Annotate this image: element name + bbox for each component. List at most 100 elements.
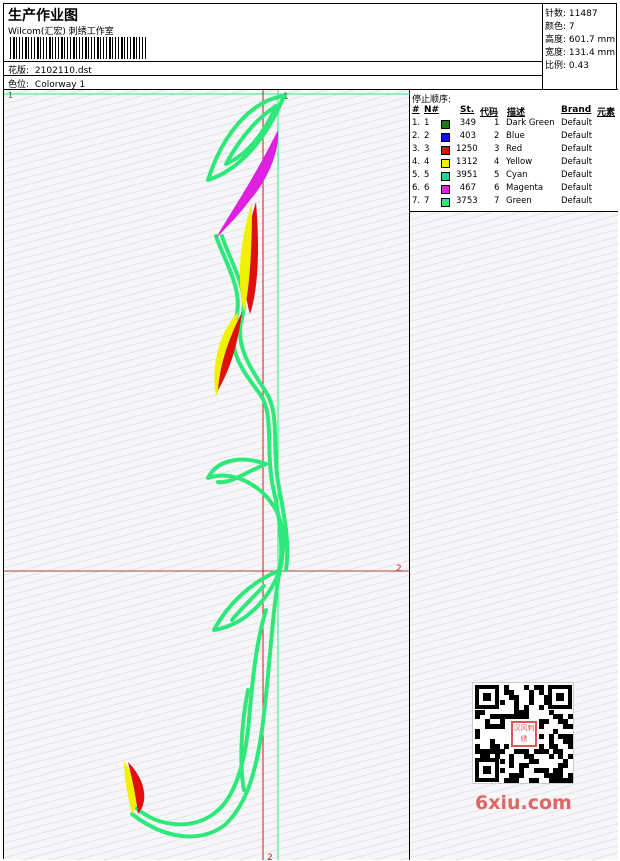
row-num: 5. <box>412 170 421 180</box>
qr-module <box>524 763 529 769</box>
row-code: 2 <box>494 131 500 141</box>
col-element: 元素 <box>597 108 616 118</box>
qr-module <box>533 778 539 784</box>
guide-marker-2-bottom: 2 <box>267 853 273 860</box>
row-num: 4. <box>412 157 421 167</box>
qr-module <box>524 714 529 720</box>
qr-module <box>499 724 505 730</box>
row-brand: Default <box>561 170 593 180</box>
qr-module <box>543 719 549 725</box>
stat-value: 131.4 mm <box>568 48 616 58</box>
qr-module <box>568 753 574 759</box>
stat-label: 宽度: <box>545 48 567 58</box>
stat-height: 高度: 601.7 mm <box>545 32 615 45</box>
row-n: 2 <box>424 131 430 141</box>
row-brand: Default <box>561 118 593 128</box>
vine-stem-lower <box>130 568 282 839</box>
qr-module <box>538 704 544 710</box>
row-stitches: 349 <box>459 118 476 128</box>
row-brand: Default <box>561 196 593 206</box>
production-worksheet: 生产作业图 Wilcom(汇宏) 刺绣工作室 花版: 2102110.dst 色… <box>3 3 618 860</box>
stop-row: 6. 6 467 6 Magenta Default <box>410 183 618 196</box>
qr-module <box>499 699 505 705</box>
stat-label: 比例: <box>545 61 567 71</box>
qr-module <box>568 743 574 749</box>
qr-module <box>568 714 574 720</box>
row-code: 1 <box>494 118 500 128</box>
divider <box>4 75 542 76</box>
row-n: 4 <box>424 157 430 167</box>
qr-module <box>568 724 574 730</box>
qr-finder <box>475 758 499 782</box>
qr-module <box>475 734 480 739</box>
row-description: Red <box>506 144 523 154</box>
stop-sequence-title: 停止顺序: <box>412 95 452 105</box>
colorway: 色位: Colorway 1 <box>8 77 85 90</box>
row-num: 2. <box>412 131 421 141</box>
colorway-label: 色位: <box>8 80 30 90</box>
stop-row: 2. 2 403 2 Blue Default <box>410 131 618 144</box>
col-description: 描述 <box>507 108 526 118</box>
row-code: 3 <box>494 144 500 154</box>
row-stitches: 403 <box>459 131 476 141</box>
qr-badge: 汉风刺绣 <box>511 721 537 747</box>
embroidery-preview: 1 1 2 2 <box>4 90 410 860</box>
guide-marker-1-left: 1 <box>8 91 13 100</box>
row-stitches: 1250 <box>456 144 478 154</box>
color-swatch <box>441 198 450 207</box>
color-swatch <box>441 146 450 155</box>
row-brand: Default <box>561 157 593 167</box>
watermark-site: 6xiu.com <box>475 792 572 814</box>
qr-module <box>528 699 534 705</box>
row-n: 3 <box>424 144 430 154</box>
stat-label: 针数: <box>545 9 567 19</box>
qr-module <box>499 768 505 774</box>
row-num: 3. <box>412 144 421 154</box>
qr-finder <box>475 685 499 709</box>
stats-box: 针数: 11487 颜色: 7 高度: 601.7 mm 宽度: 131.4 m… <box>542 4 618 90</box>
stat-value: 0.43 <box>568 61 589 71</box>
stat-label: 高度: <box>545 35 567 45</box>
row-code: 7 <box>494 196 500 206</box>
stop-row: 3. 3 1250 3 Red Default <box>410 144 618 157</box>
stat-label: 颜色: <box>545 22 567 32</box>
qr-module <box>475 714 480 720</box>
stop-row: 7. 7 3753 7 Green Default <box>410 196 618 209</box>
qr-finder-center <box>483 766 491 774</box>
color-swatch <box>441 159 450 168</box>
row-code: 4 <box>494 157 500 167</box>
row-num: 6. <box>412 183 421 193</box>
row-description: Cyan <box>506 170 528 180</box>
guide-marker-2: 2 <box>396 564 402 574</box>
row-brand: Default <box>561 183 593 193</box>
row-description: Blue <box>506 131 525 141</box>
qr-module <box>504 743 510 749</box>
qr-finder-center <box>483 693 491 701</box>
col-num: # <box>412 105 420 115</box>
qr-module <box>538 734 544 739</box>
qr-module <box>538 724 544 730</box>
row-stitches: 467 <box>459 183 476 193</box>
page-title: 生产作业图 <box>8 8 78 24</box>
row-description: Yellow <box>506 157 533 167</box>
header: 生产作业图 Wilcom(汇宏) 刺绣工作室 花版: 2102110.dst 色… <box>4 4 618 90</box>
qr-module <box>548 753 554 759</box>
qr-module <box>499 758 505 764</box>
qr-finder-center <box>556 693 564 701</box>
stat-colors: 颜色: 7 <box>545 19 575 32</box>
qr-code: 汉风刺绣 <box>472 682 574 784</box>
color-swatch <box>441 185 450 194</box>
row-n: 6 <box>424 183 430 193</box>
company-name: Wilcom(汇宏) 刺绣工作室 <box>8 27 114 37</box>
qr-module <box>509 763 515 769</box>
color-swatch <box>441 120 450 129</box>
row-num: 7. <box>412 196 421 206</box>
stat-width: 宽度: 131.4 mm <box>545 45 615 58</box>
row-num: 1. <box>412 118 421 128</box>
leaf-lower <box>212 568 282 632</box>
embroidery-design: 1 1 2 2 <box>4 90 410 860</box>
row-stitches: 3753 <box>456 196 478 206</box>
row-brand: Default <box>561 144 593 154</box>
header-info: 生产作业图 Wilcom(汇宏) 刺绣工作室 花版: 2102110.dst 色… <box>4 4 542 90</box>
qr-module <box>519 773 525 779</box>
